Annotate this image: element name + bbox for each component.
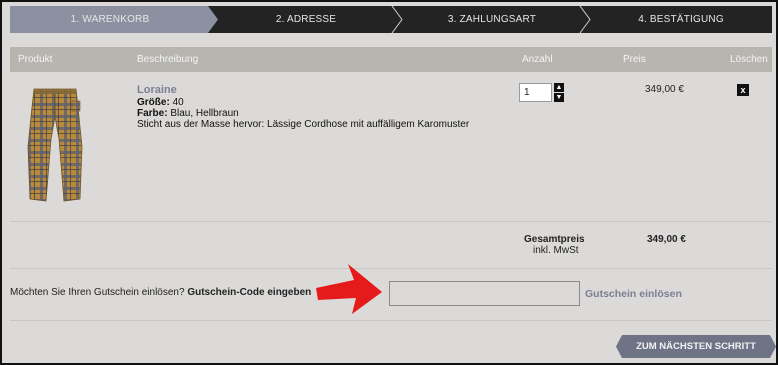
cart-table-header: Produkt Beschreibung Anzahl Preis Lösche…	[10, 47, 772, 72]
redeem-coupon-button[interactable]: Gutschein einlösen	[585, 288, 682, 300]
page-frame: 1. WARENKORB 2. ADRESSE 3. ZAHLUNGSART 4…	[0, 0, 778, 365]
product-description: Sticht aus der Masse hervor: Lässige Cor…	[137, 119, 470, 130]
quantity-input[interactable]	[519, 83, 552, 102]
next-step-label: ZUM NÄCHSTEN SCHRITT	[636, 341, 756, 352]
product-color: Farbe: Blau, Hellbraun	[137, 108, 239, 119]
header-delete: Löschen	[730, 54, 768, 65]
quantity-down-icon[interactable]: ▼	[554, 93, 564, 102]
divider	[10, 320, 772, 321]
total-value: 349,00 €	[647, 234, 686, 245]
header-description: Beschreibung	[137, 54, 199, 65]
step-confirmation[interactable]: 4. BESTÄTIGUNG	[590, 6, 772, 33]
divider	[10, 268, 772, 269]
coupon-prompt: Möchten Sie Ihren Gutschein einlösen? Gu…	[10, 287, 311, 298]
step-payment[interactable]: 3. ZAHLUNGSART	[402, 6, 582, 33]
divider	[10, 221, 772, 222]
product-size: Größe: 40	[137, 97, 184, 108]
coupon-question: Möchten Sie Ihren Gutschein einlösen?	[10, 287, 185, 298]
color-value: Blau, Hellbraun	[170, 108, 239, 119]
size-label: Größe:	[137, 97, 170, 108]
total-label: Gesamtpreis	[524, 234, 585, 245]
quantity-up-icon[interactable]: ▲	[554, 83, 564, 92]
delete-item-button[interactable]: x	[737, 84, 749, 96]
next-step-button[interactable]: ZUM NÄCHSTEN SCHRITT	[616, 335, 776, 358]
coupon-enter-code-link[interactable]: Gutschein-Code eingeben	[187, 287, 311, 298]
checkout-steps: 1. WARENKORB 2. ADRESSE 3. ZAHLUNGSART 4…	[10, 6, 772, 33]
header-product: Produkt	[18, 54, 53, 65]
step-cart[interactable]: 1. WARENKORB	[10, 6, 210, 33]
product-name[interactable]: Loraine	[137, 84, 177, 96]
item-price: 349,00 €	[645, 84, 684, 95]
size-value: 40	[172, 97, 184, 108]
header-price: Preis	[623, 54, 646, 65]
coupon-code-input[interactable]	[389, 281, 580, 306]
header-quantity: Anzahl	[522, 54, 553, 65]
step-address[interactable]: 2. ADRESSE	[218, 6, 394, 33]
tax-label: inkl. MwSt	[533, 245, 579, 256]
red-arrow-icon	[316, 264, 382, 314]
color-label: Farbe:	[137, 108, 168, 119]
product-image[interactable]	[24, 87, 86, 205]
